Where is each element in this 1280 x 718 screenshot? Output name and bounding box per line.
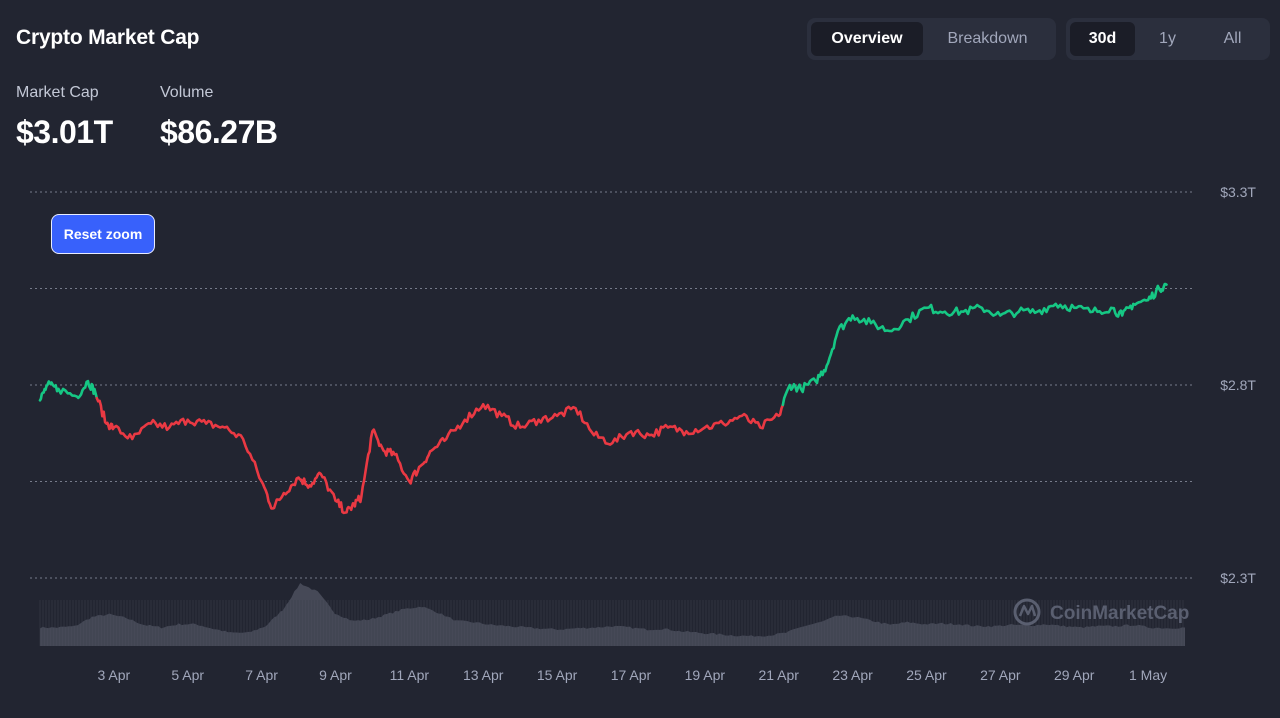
x-tick-label: 21 Apr (758, 667, 799, 683)
market-cap-line (38, 282, 1168, 515)
x-tick-label: 11 Apr (390, 667, 430, 683)
x-tick-label: 13 Apr (463, 667, 504, 683)
x-tick-label: 7 Apr (245, 667, 278, 683)
grid-lines (30, 191, 1195, 579)
x-tick-label: 5 Apr (171, 667, 204, 683)
coinmarketcap-watermark: CoinMarketCap (1013, 598, 1189, 626)
y-axis: $3.3T $2.8T $2.3T (1220, 184, 1256, 586)
x-tick-label: 25 Apr (906, 667, 947, 683)
x-tick-label: 17 Apr (611, 667, 652, 683)
x-tick-label: 15 Apr (537, 667, 578, 683)
line-segment-up (38, 379, 99, 402)
y-tick-label: $2.8T (1220, 377, 1256, 393)
y-tick-label: $3.3T (1220, 184, 1256, 200)
x-tick-label: 29 Apr (1054, 667, 1095, 683)
x-tick-label: 3 Apr (98, 667, 131, 683)
market-cap-chart[interactable]: $3.3T $2.8T $2.3T CoinMarketCap 3 Apr 5 Apr… (0, 0, 1280, 718)
x-axis: 3 Apr 5 Apr 7 Apr 9 Apr 11 Apr 13 Apr 15 Apr 17… (98, 667, 1168, 683)
watermark-text: CoinMarketCap (1050, 603, 1189, 624)
x-tick-label: 1 May (1129, 667, 1167, 683)
reset-zoom-button[interactable]: Reset zoom (51, 214, 155, 254)
x-tick-label: 19 Apr (685, 667, 726, 683)
volume-bars (39, 583, 1185, 646)
y-tick-label: $2.3T (1220, 570, 1256, 586)
line-segment-up (781, 282, 1168, 407)
x-tick-label: 9 Apr (319, 667, 352, 683)
line-segment-down (95, 396, 785, 515)
x-tick-label: 27 Apr (980, 667, 1021, 683)
x-tick-label: 23 Apr (832, 667, 873, 683)
